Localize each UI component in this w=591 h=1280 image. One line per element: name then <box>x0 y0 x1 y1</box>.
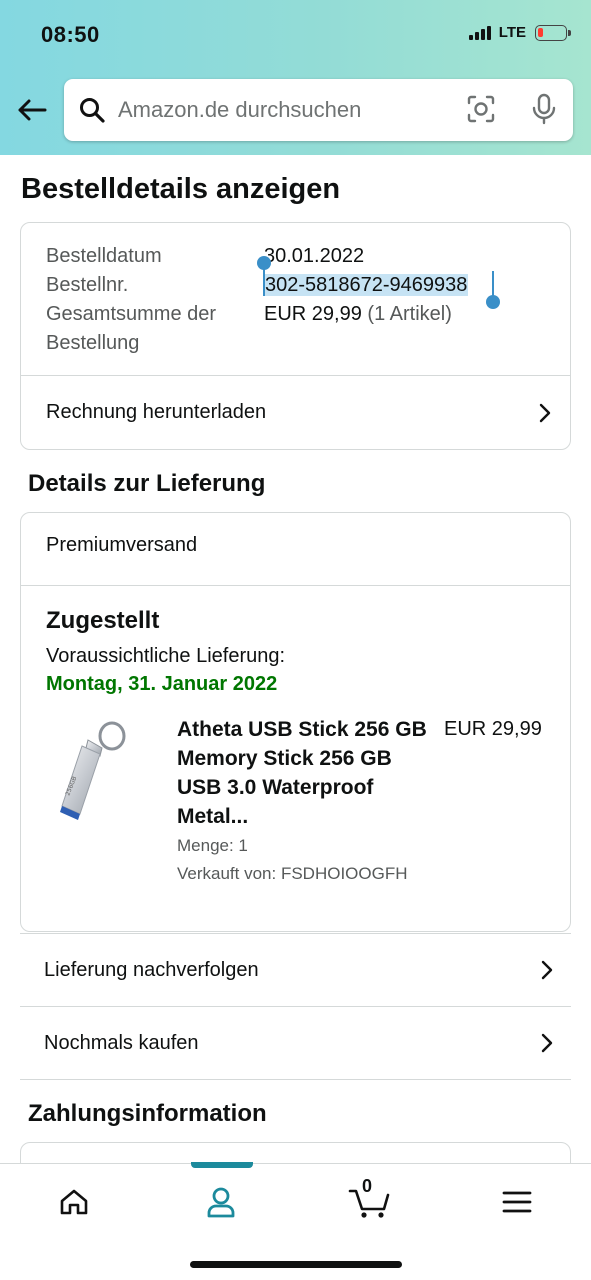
expected-delivery-label: Voraussichtliche Lieferung: <box>46 645 286 667</box>
order-total-amount: EUR 29,99 <box>264 303 362 325</box>
chevron-right-icon <box>541 960 553 980</box>
microphone-icon[interactable] <box>531 93 557 130</box>
signal-icon <box>468 25 491 40</box>
status-indicators: LTE <box>468 24 571 41</box>
order-number-selection[interactable]: 302-5818672-9469938 <box>264 274 469 296</box>
search-bar[interactable] <box>64 79 573 141</box>
nav-home[interactable] <box>44 1180 104 1224</box>
nav-menu[interactable] <box>487 1180 547 1224</box>
hamburger-menu-icon <box>502 1191 532 1213</box>
page-title: Bestelldetails anzeigen <box>21 173 341 205</box>
order-date-value: 30.01.2022 <box>264 245 365 267</box>
divider <box>20 1079 571 1080</box>
camera-scan-icon[interactable] <box>467 95 495 128</box>
chevron-right-icon <box>541 1033 553 1053</box>
cart-count: 0 <box>362 1176 373 1196</box>
nav-account[interactable] <box>191 1180 251 1224</box>
download-invoice-label: Rechnung herunterladen <box>46 401 267 423</box>
nav-cart[interactable]: 0 <box>340 1176 400 1224</box>
order-total-value: EUR 29,99 (1 Artikel) <box>264 300 452 329</box>
top-header: 08:50 LTE <box>0 0 591 155</box>
selection-handle-start[interactable] <box>257 256 271 270</box>
product-quantity: Menge: 1 <box>177 836 248 855</box>
delivery-status: Zugestellt <box>46 607 160 634</box>
home-icon <box>60 1189 88 1215</box>
order-summary-card: Bestelldatum 30.01.2022 Bestellnr. 302-5… <box>20 222 571 450</box>
order-total-label: Gesamtsumme der Bestellung <box>46 300 216 358</box>
chevron-right-icon <box>539 403 551 422</box>
battery-level <box>538 27 543 37</box>
payment-section-title: Zahlungsinformation <box>28 1100 267 1127</box>
user-icon <box>207 1187 235 1218</box>
back-button[interactable] <box>14 92 50 128</box>
product-price: EUR 29,99 <box>444 718 542 740</box>
order-total-label-line1: Gesamtsumme der <box>46 303 217 325</box>
home-indicator[interactable] <box>190 1261 402 1268</box>
buy-again-label: Nochmals kaufen <box>44 1031 199 1054</box>
active-tab-indicator <box>191 1162 253 1168</box>
product-title[interactable]: Atheta USB Stick 256 GB Memory Stick 256… <box>177 715 427 831</box>
search-input[interactable] <box>118 97 438 123</box>
arrow-left-icon <box>18 99 47 121</box>
battery-icon <box>535 24 571 41</box>
product-seller: Verkauft von: FSDHOIOOGFH <box>177 864 408 883</box>
usb-stick-image[interactable]: 256GB <box>52 718 134 824</box>
delivery-section-title: Details zur Lieferung <box>28 470 266 497</box>
buy-again-link[interactable]: Nochmals kaufen <box>44 1007 554 1079</box>
order-total-label-line2: Bestellung <box>46 332 140 354</box>
expected-delivery-date: Montag, 31. Januar 2022 <box>46 673 278 695</box>
order-item-count: (1 Artikel) <box>367 303 452 325</box>
order-date-label: Bestelldatum <box>46 245 162 267</box>
selection-handle-end[interactable] <box>486 295 500 309</box>
order-number-value[interactable]: 302-5818672-9469938 <box>264 271 469 300</box>
network-label: LTE <box>498 24 526 41</box>
shipping-method: Premiumversand <box>46 534 198 556</box>
track-delivery-link[interactable]: Lieferung nachverfolgen <box>44 934 554 1006</box>
status-time: 08:50 <box>41 22 100 47</box>
download-invoice-link[interactable]: Rechnung herunterladen <box>46 375 552 450</box>
order-number-label: Bestellnr. <box>46 274 129 296</box>
track-delivery-label: Lieferung nachverfolgen <box>44 958 259 981</box>
magnifier-icon <box>78 96 106 124</box>
divider <box>21 585 570 586</box>
